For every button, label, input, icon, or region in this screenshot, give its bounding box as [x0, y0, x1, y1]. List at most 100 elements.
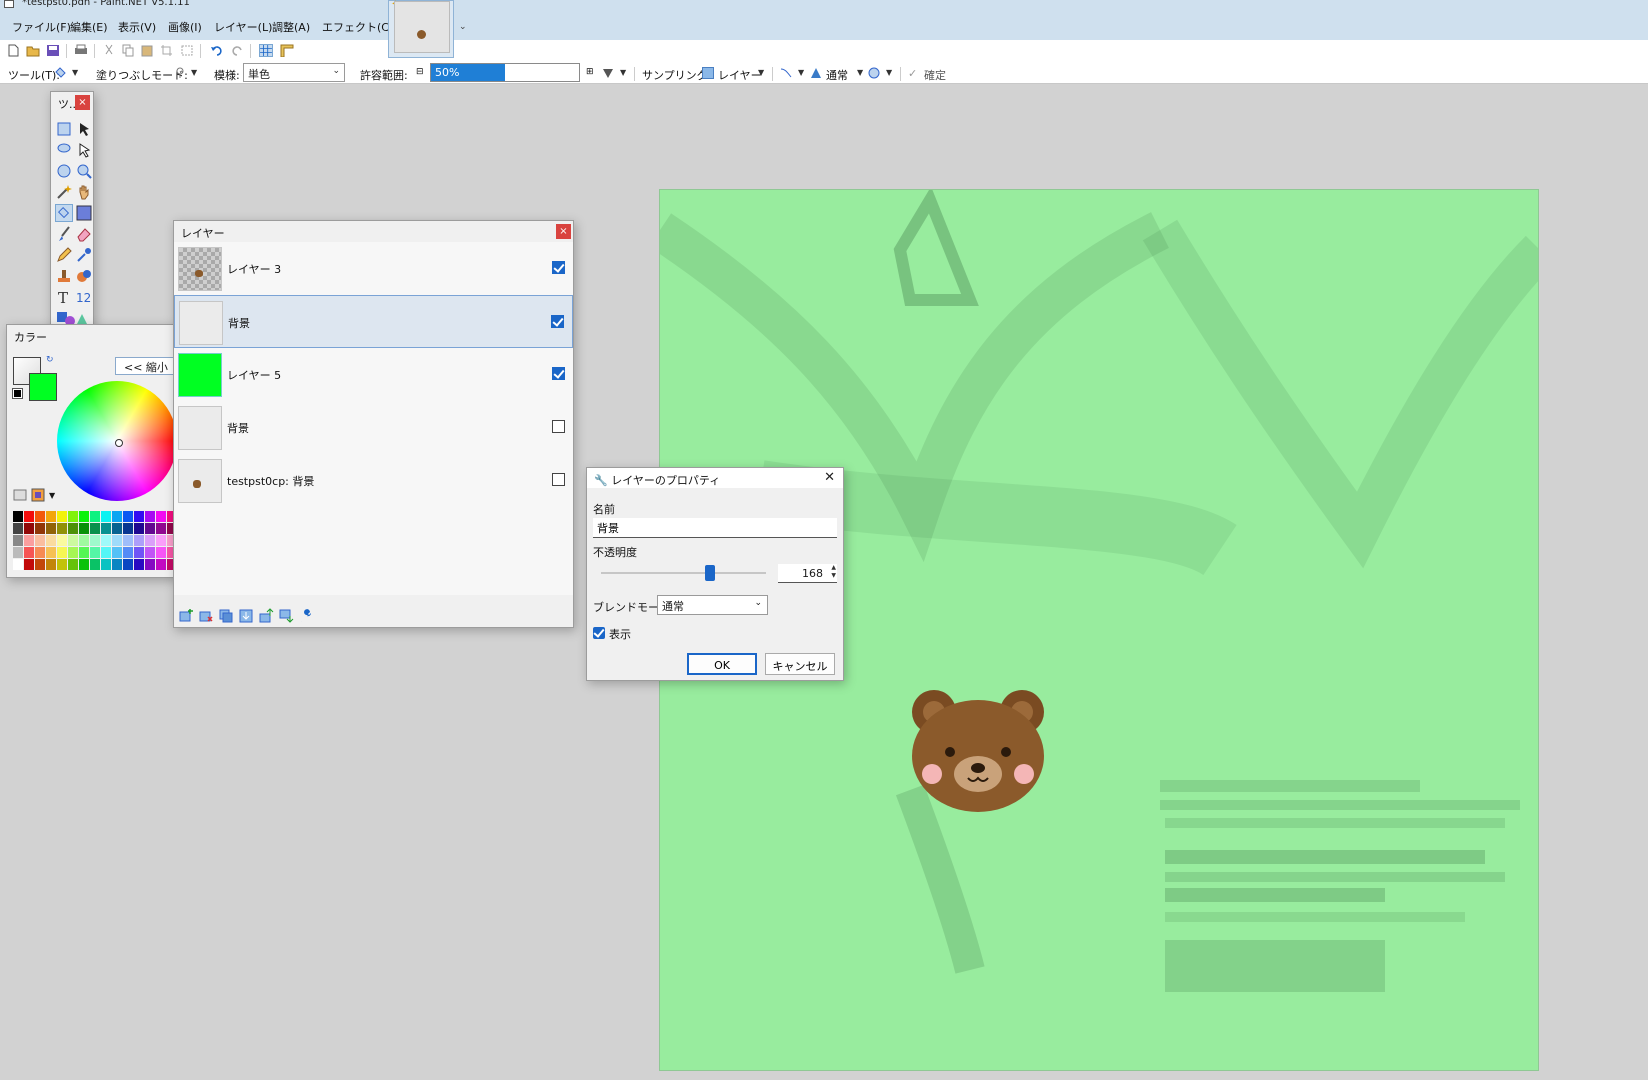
- palette-swatch[interactable]: [35, 559, 45, 570]
- deselect-icon[interactable]: [180, 44, 194, 57]
- zoom-icon[interactable]: [75, 162, 93, 180]
- palette-swatch[interactable]: [57, 547, 67, 558]
- color-palette[interactable]: [13, 511, 177, 575]
- menu-image[interactable]: 画像(I): [168, 19, 202, 35]
- palette-dropdown-icon[interactable]: ▼: [49, 491, 55, 500]
- tolerance-slider[interactable]: 50%: [430, 63, 580, 82]
- palette-swatch[interactable]: [123, 559, 133, 570]
- palette-swatch[interactable]: [13, 547, 23, 558]
- line-curve-icon[interactable]: 12: [75, 288, 93, 306]
- delete-layer-icon[interactable]: [198, 608, 214, 624]
- palette-swatch[interactable]: [68, 535, 78, 546]
- menu-adjustments[interactable]: 調整(A): [272, 19, 310, 35]
- palette-swatch[interactable]: [46, 523, 56, 534]
- palette-swatch[interactable]: [90, 523, 100, 534]
- palette-swatch[interactable]: [112, 511, 122, 522]
- palette-swatch[interactable]: [90, 547, 100, 558]
- palette-swatch[interactable]: [156, 547, 166, 558]
- palette-swatch[interactable]: [57, 535, 67, 546]
- palette-swatch[interactable]: [68, 511, 78, 522]
- palette-swatch[interactable]: [112, 535, 122, 546]
- palette-swatch[interactable]: [57, 523, 67, 534]
- antialias-icon[interactable]: [602, 67, 614, 79]
- menu-view[interactable]: 表示(V): [118, 19, 156, 35]
- palette-swatch[interactable]: [35, 511, 45, 522]
- palette-swatch[interactable]: [24, 511, 34, 522]
- secondary-color-swatch[interactable]: [29, 373, 57, 401]
- fill-mode-dropdown-icon[interactable]: ▼: [191, 68, 197, 77]
- palette-swatch[interactable]: [24, 535, 34, 546]
- palette-swatch[interactable]: [79, 559, 89, 570]
- layer-visibility-checkbox[interactable]: [551, 315, 564, 328]
- close-icon[interactable]: ×: [556, 224, 571, 239]
- palette-swatch[interactable]: [68, 523, 78, 534]
- palette-swatch[interactable]: [156, 523, 166, 534]
- alpha-blending-icon[interactable]: [780, 67, 792, 79]
- crop-icon[interactable]: [160, 44, 174, 57]
- new-file-icon[interactable]: [6, 44, 20, 57]
- paste-icon[interactable]: [140, 44, 154, 57]
- pencil-icon[interactable]: [55, 246, 73, 264]
- palette-swatch[interactable]: [145, 523, 155, 534]
- eraser-icon[interactable]: [75, 225, 93, 243]
- paint-bucket-tool-icon[interactable]: [55, 204, 73, 222]
- pixel-grid-icon[interactable]: [259, 44, 273, 57]
- pattern-select[interactable]: 単色 ⌄: [243, 63, 345, 82]
- palette-swatch[interactable]: [90, 535, 100, 546]
- text-icon[interactable]: T: [55, 288, 73, 306]
- commit-check-icon[interactable]: ✓: [908, 67, 917, 80]
- dialog-title-bar[interactable]: 🔧 レイヤーのプロパティ: [587, 468, 843, 488]
- palette-swatch[interactable]: [90, 511, 100, 522]
- palette-swatch[interactable]: [112, 559, 122, 570]
- pan-hand-icon[interactable]: [75, 183, 93, 201]
- close-icon[interactable]: ✕: [824, 470, 835, 485]
- duplicate-layer-icon[interactable]: [218, 608, 234, 624]
- palette-swatch[interactable]: [112, 523, 122, 534]
- palette-swatch[interactable]: [145, 511, 155, 522]
- move-selected-icon[interactable]: [75, 120, 93, 138]
- print-icon[interactable]: [74, 44, 88, 57]
- fill-mode-icon[interactable]: [174, 67, 186, 79]
- tool-dropdown-icon[interactable]: ▼: [72, 68, 78, 77]
- quality-dropdown-icon[interactable]: ▼: [886, 68, 892, 77]
- palette-swatch[interactable]: [156, 559, 166, 570]
- magic-wand-icon[interactable]: [55, 183, 73, 201]
- document-tab-thumbnail[interactable]: ✦: [388, 0, 454, 58]
- layer-row[interactable]: testpst0cp: 背景: [174, 454, 573, 507]
- layers-window-title[interactable]: レイヤー: [174, 221, 573, 241]
- antialias-dropdown-icon[interactable]: ▼: [620, 68, 626, 77]
- commit-label[interactable]: 確定: [924, 67, 946, 83]
- palette-swatch[interactable]: [35, 523, 45, 534]
- palette-swatch[interactable]: [46, 559, 56, 570]
- move-layer-up-icon[interactable]: [258, 608, 274, 624]
- layer-properties-wrench-icon[interactable]: [298, 608, 314, 624]
- layer-row[interactable]: 背景: [174, 295, 573, 348]
- ruler-icon[interactable]: [280, 44, 294, 57]
- palette-swatch[interactable]: [123, 523, 133, 534]
- merge-layer-down-icon[interactable]: [238, 608, 254, 624]
- palette-swatch[interactable]: [57, 559, 67, 570]
- visible-checkbox[interactable]: [593, 627, 605, 639]
- tolerance-plus-icon[interactable]: ⊞: [586, 67, 594, 77]
- palette-swatch[interactable]: [35, 535, 45, 546]
- palette-swatch[interactable]: [13, 559, 23, 570]
- palette-swatch[interactable]: [79, 535, 89, 546]
- sampling-dropdown-icon[interactable]: ▼: [758, 68, 764, 77]
- palette-swatch[interactable]: [156, 535, 166, 546]
- copy-icon[interactable]: [121, 44, 135, 57]
- reset-colors-icon[interactable]: [12, 388, 23, 399]
- blend-dropdown-icon[interactable]: ▼: [857, 68, 863, 77]
- palette-swatch[interactable]: [13, 535, 23, 546]
- palette-swatch[interactable]: [145, 535, 155, 546]
- cancel-button[interactable]: キャンセル: [765, 653, 835, 675]
- move-layer-down-icon[interactable]: [278, 608, 294, 624]
- menu-file[interactable]: ファイル(F): [12, 19, 71, 35]
- clone-stamp-icon[interactable]: [55, 267, 73, 285]
- palette-swatch[interactable]: [134, 535, 144, 546]
- rectangle-select-icon[interactable]: [55, 120, 73, 138]
- spin-arrows-icon[interactable]: ▲ ▼: [831, 564, 836, 580]
- save-icon[interactable]: [46, 44, 60, 57]
- move-selection-icon[interactable]: [75, 141, 93, 159]
- palette-swatch[interactable]: [46, 547, 56, 558]
- layer-visibility-checkbox[interactable]: [552, 367, 565, 380]
